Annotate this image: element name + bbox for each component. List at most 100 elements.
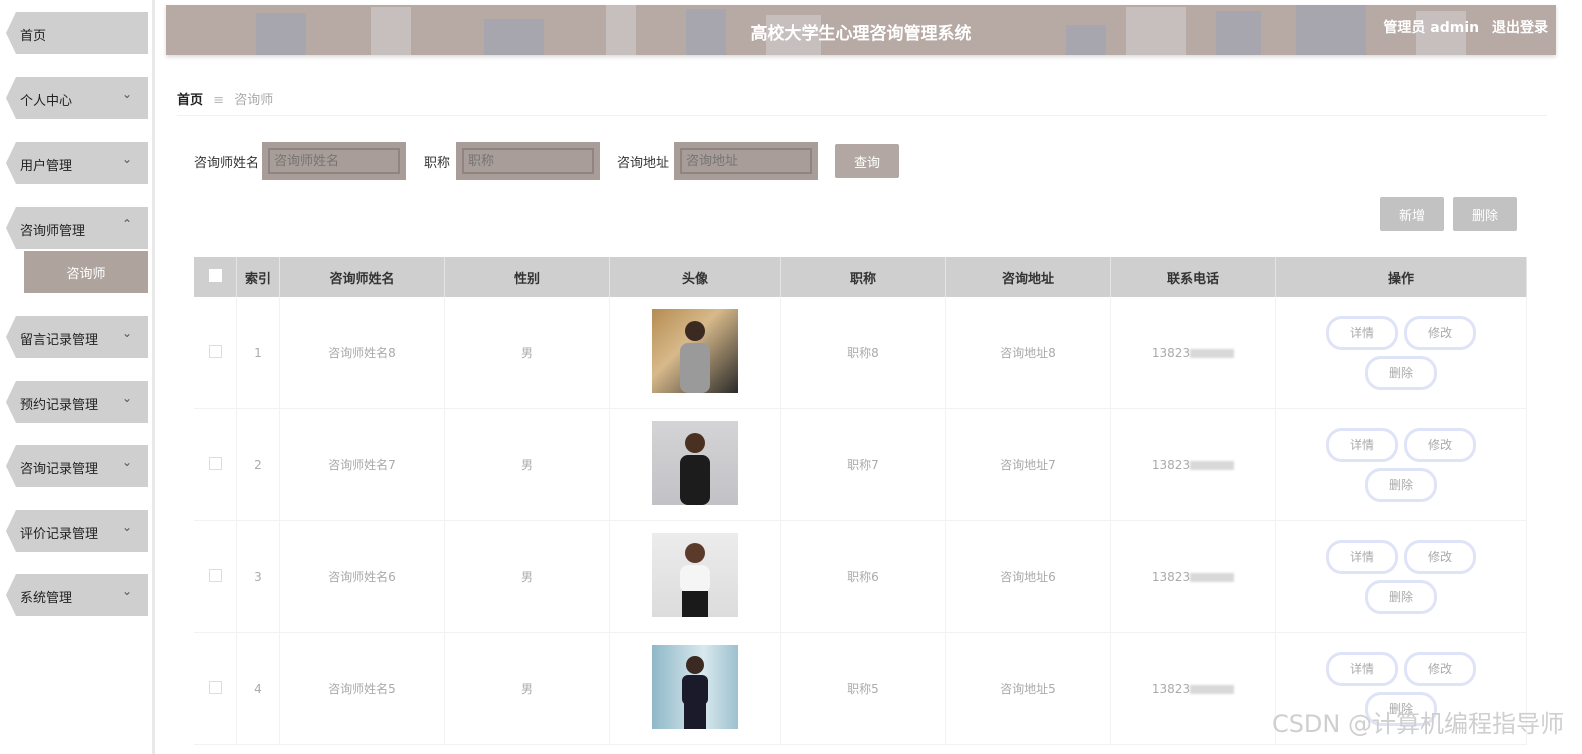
column-header: 联系电话: [1110, 257, 1276, 297]
top-header: 高校大学生心理咨询管理系统 管理员 admin 退出登录: [166, 5, 1556, 55]
chevron-down-icon: ⌄: [121, 87, 132, 101]
detail-button[interactable]: 详情: [1326, 315, 1398, 350]
admin-role-label: 管理员 admin: [1383, 20, 1480, 36]
logout-link[interactable]: 退出登录: [1492, 20, 1548, 36]
counselor-avatar: [652, 533, 738, 617]
table-row: 2 咨询师姓名7 男 职称7 咨询地址7 13823 详情 修改删除: [194, 408, 1527, 521]
query-button[interactable]: 查询: [835, 144, 899, 178]
avatar-cell: [609, 408, 781, 521]
index-cell: 3: [236, 520, 280, 633]
sidebar-item-label: 咨询记录管理: [20, 462, 99, 477]
chevron-down-icon: ⌄: [121, 455, 132, 469]
name-cell: 咨询师姓名5: [279, 632, 445, 745]
title-search-input[interactable]: [462, 148, 594, 174]
operations-cell: 详情 修改删除: [1275, 297, 1527, 409]
gender-cell: 男: [444, 520, 610, 633]
sidebar-item-review-records[interactable]: 评价记录管理 ⌄: [6, 510, 148, 552]
title-cell: 职称8: [780, 297, 946, 409]
sidebar-item-label: 咨询师管理: [20, 224, 86, 239]
person-silhouette-icon: [680, 321, 710, 393]
breadcrumb-separator: ≡: [213, 93, 225, 108]
phone-number: 13823: [1151, 345, 1191, 360]
sidebar-item-personal-center[interactable]: 个人中心 ⌄: [6, 77, 148, 119]
breadcrumb-home[interactable]: 首页: [177, 93, 203, 108]
column-header: 操作: [1275, 257, 1527, 297]
avatar-cell: [609, 297, 781, 409]
chevron-down-icon: ⌄: [121, 520, 132, 534]
person-silhouette-icon: [682, 656, 708, 729]
row-checkbox[interactable]: [208, 680, 222, 694]
add-button[interactable]: 新增: [1380, 197, 1444, 231]
edit-button[interactable]: 修改: [1404, 315, 1476, 350]
gender-cell: 男: [444, 632, 610, 745]
edit-button[interactable]: 修改: [1404, 539, 1476, 574]
name-search-field-wrapper: [262, 142, 406, 180]
row-checkbox[interactable]: [208, 568, 222, 582]
select-all-checkbox[interactable]: [208, 268, 222, 282]
address-cell: 咨询地址7: [945, 408, 1111, 521]
address-cell: 咨询地址5: [945, 632, 1111, 745]
title-search-field-wrapper: [456, 142, 600, 180]
row-checkbox[interactable]: [208, 344, 222, 358]
delete-button[interactable]: 删除: [1365, 355, 1437, 390]
sidebar-item-system-management[interactable]: 系统管理 ⌄: [6, 574, 148, 616]
index-cell: 2: [236, 408, 280, 521]
app-title: 高校大学生心理咨询管理系统: [750, 24, 972, 44]
row-checkbox[interactable]: [208, 456, 222, 470]
sidebar-item-message-records[interactable]: 留言记录管理 ⌄: [6, 316, 148, 358]
name-cell: 咨询师姓名7: [279, 408, 445, 521]
operations-cell: 详情 修改删除: [1275, 520, 1527, 633]
column-header: 索引: [236, 257, 280, 297]
person-silhouette-icon: [680, 433, 710, 505]
chevron-down-icon: ⌄: [121, 391, 132, 405]
sidebar-item-counselor-management[interactable]: 咨询师管理 ⌃: [6, 207, 148, 249]
index-cell: 4: [236, 632, 280, 745]
address-cell: 咨询地址6: [945, 520, 1111, 633]
title-cell: 职称5: [780, 632, 946, 745]
name-search-label: 咨询师姓名: [194, 156, 260, 171]
row-select-cell: [194, 520, 237, 633]
select-all-header: [194, 257, 237, 297]
phone-number: 13823: [1151, 569, 1191, 584]
phone-mask: [1190, 684, 1235, 694]
delete-button[interactable]: 删除: [1365, 467, 1437, 502]
phone-number: 13823: [1151, 681, 1191, 696]
row-select-cell: [194, 408, 237, 521]
chevron-up-icon: ⌃: [121, 217, 132, 231]
gender-cell: 男: [444, 408, 610, 521]
row-select-cell: [194, 297, 237, 409]
sidebar-item-label: 留言记录管理: [20, 333, 99, 348]
detail-button[interactable]: 详情: [1326, 651, 1398, 686]
csdn-watermark: CSDN @计算机编程指导师: [1271, 710, 1564, 738]
sidebar-item-consult-records[interactable]: 咨询记录管理 ⌄: [6, 445, 148, 487]
edit-button[interactable]: 修改: [1404, 651, 1476, 686]
table-row: 1 咨询师姓名8 男 职称8 咨询地址8 13823 详情 修改删除: [194, 297, 1527, 409]
sidebar: 首页 个人中心 ⌄ 用户管理 ⌄ 咨询师管理 ⌃ 咨询师 留言记录管理 ⌄ 预约…: [0, 0, 155, 754]
divider: [177, 115, 1547, 116]
batch-delete-button[interactable]: 删除: [1453, 197, 1517, 231]
counselor-avatar: [652, 645, 738, 729]
phone-mask: [1190, 460, 1235, 470]
address-search-input[interactable]: [680, 148, 812, 174]
delete-button[interactable]: 删除: [1365, 579, 1437, 614]
sidebar-item-user-management[interactable]: 用户管理 ⌄: [6, 142, 148, 184]
avatar-cell: [609, 520, 781, 633]
column-header: 职称: [780, 257, 946, 297]
counselor-avatar: [652, 309, 738, 393]
chevron-down-icon: ⌄: [121, 152, 132, 166]
sidebar-item-home[interactable]: 首页: [6, 12, 148, 54]
title-search-label: 职称: [424, 156, 451, 171]
address-search-field-wrapper: [674, 142, 818, 180]
sidebar-item-appointment-records[interactable]: 预约记录管理 ⌄: [6, 381, 148, 423]
detail-button[interactable]: 详情: [1326, 539, 1398, 574]
chevron-down-icon: ⌄: [121, 326, 132, 340]
name-cell: 咨询师姓名6: [279, 520, 445, 633]
name-search-input[interactable]: [268, 148, 400, 174]
edit-button[interactable]: 修改: [1404, 427, 1476, 462]
sidebar-subitem-counselor[interactable]: 咨询师: [24, 251, 148, 293]
detail-button[interactable]: 详情: [1326, 427, 1398, 462]
column-header: 性别: [444, 257, 610, 297]
address-search-label: 咨询地址: [617, 156, 670, 171]
column-header: 咨询地址: [945, 257, 1111, 297]
sidebar-item-label: 首页: [20, 29, 47, 44]
